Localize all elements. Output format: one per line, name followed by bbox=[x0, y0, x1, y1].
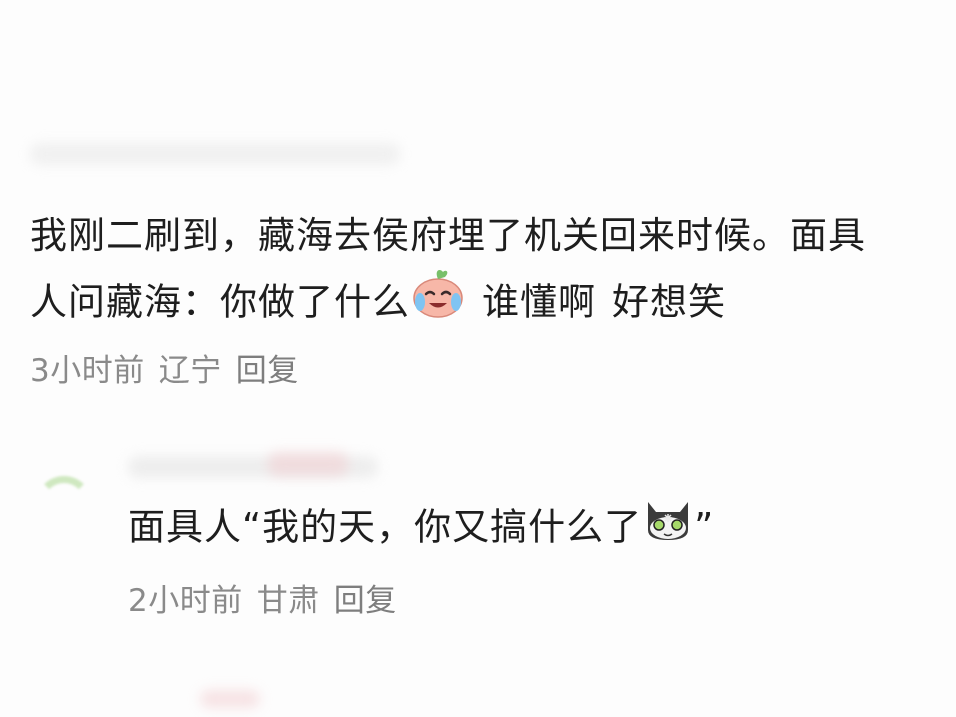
comment-meta: 3小时前 辽宁 回复 bbox=[30, 345, 313, 390]
comment-text-line-1: 我刚二刷到，藏海去侯府埋了机关回来时候。面具 bbox=[30, 214, 866, 257]
reply-text-segment: 面具人“我的天，你又搞什么了 bbox=[128, 505, 643, 549]
next-username-blurred[interactable] bbox=[200, 690, 260, 708]
comment-text-segment: 人问藏海：你做了什么 bbox=[30, 280, 410, 324]
reply-text: 面具人“我的天，你又搞什么了 ” bbox=[128, 496, 714, 562]
reply-meta: 2小时前 甘肃 回复 bbox=[128, 575, 411, 620]
crying-peach-emoji-icon bbox=[410, 266, 466, 334]
reply-button[interactable]: 回复 bbox=[236, 353, 299, 389]
reply-button[interactable]: 回复 bbox=[334, 583, 397, 619]
comment-timestamp: 3小时前 bbox=[30, 353, 145, 389]
comment-location: 辽宁 bbox=[158, 353, 222, 389]
reply-badge-blurred bbox=[268, 452, 348, 476]
username-blurred[interactable] bbox=[30, 143, 400, 165]
comment-text-segment: 好想笑 bbox=[612, 280, 726, 324]
comment-text-segment: 谁懂啊 bbox=[482, 280, 596, 324]
reply-timestamp: 2小时前 bbox=[128, 583, 243, 619]
reply-text-segment: ” bbox=[694, 505, 715, 549]
avatar[interactable] bbox=[32, 460, 94, 504]
reply-location: 甘肃 bbox=[256, 583, 320, 619]
comment-text-line-2: 人问藏海：你做了什么 谁懂啊 好想笑 bbox=[30, 270, 726, 338]
avatar-image bbox=[36, 476, 92, 504]
dizzy-cat-emoji-icon bbox=[642, 492, 694, 558]
